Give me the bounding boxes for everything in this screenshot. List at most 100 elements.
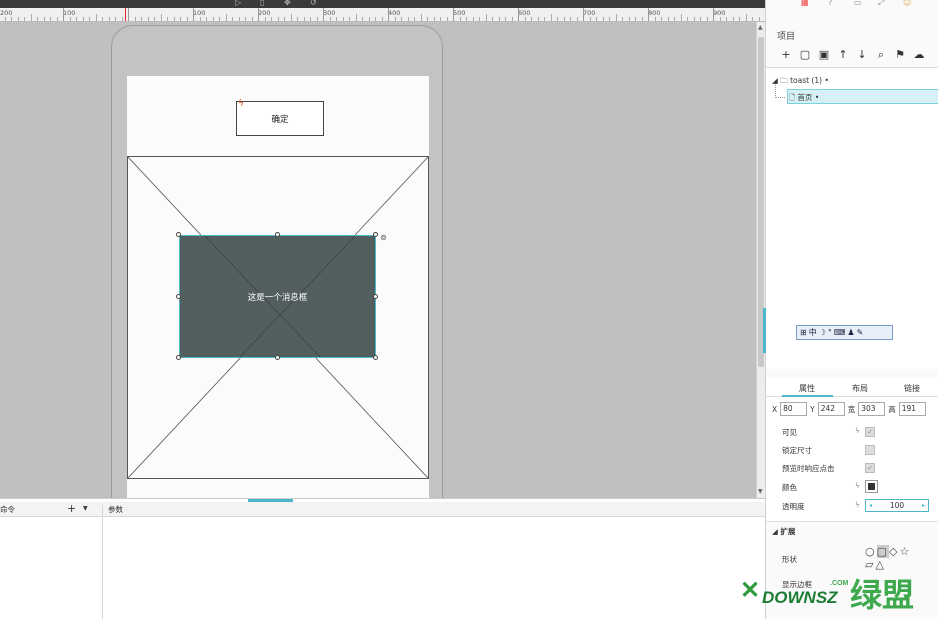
x-field[interactable]: 80 — [780, 402, 808, 416]
add-icon[interactable]: + — [780, 49, 792, 61]
height-field[interactable]: 191 — [898, 402, 926, 416]
rotate-handle-icon[interactable]: ⊚ — [380, 233, 387, 242]
circle-shape-icon[interactable]: ○ — [865, 545, 877, 558]
height-label: 高 — [888, 404, 896, 414]
watermark-x-icon: ✕ — [740, 577, 761, 604]
lightning-icon[interactable]: ϟ — [855, 482, 860, 490]
extension-header[interactable]: ◢ 扩展 — [772, 526, 795, 537]
lightning-icon[interactable]: ϟ — [855, 501, 860, 509]
expand-icon[interactable]: ◢ — [772, 76, 778, 85]
ime-logo-icon[interactable]: ⊞ — [800, 328, 807, 337]
chevron-down-icon[interactable]: ▼ — [83, 505, 88, 512]
command-list[interactable] — [0, 517, 103, 619]
resize-handle[interactable] — [176, 355, 181, 360]
ime-toolbar[interactable]: ⊞ 中 ☽ ° ⌨ ♟ ✎ — [796, 325, 893, 340]
ruler-label: 400 — [388, 9, 401, 17]
ruler-label: 600 — [518, 9, 531, 17]
increment-icon[interactable]: ▸ — [922, 502, 925, 509]
tab-properties[interactable]: 属性 — [799, 383, 815, 394]
lightning-icon[interactable]: ϟ — [855, 427, 860, 435]
rectangle-shape-icon[interactable]: ▢ — [876, 545, 890, 558]
project-tree: ◢ 🗀 toast (1) • 🗋 首页 • — [766, 67, 938, 369]
x-label: X — [772, 404, 778, 414]
horizontal-ruler: 200 100 100 200 300 400 500 600 700 800 … — [0, 8, 765, 22]
resize-handle[interactable] — [373, 294, 378, 299]
user-icon[interactable]: ☺ — [903, 0, 911, 7]
design-canvas[interactable]: ϟ 确定 这是一个消息框 ⊚ — [0, 22, 756, 498]
resize-handle[interactable] — [373, 355, 378, 360]
scroll-down-icon[interactable]: ▼ — [758, 488, 763, 495]
folder-icon[interactable]: ▢ — [799, 49, 811, 61]
help-icon[interactable]: ? — [828, 0, 832, 7]
ruler-major-tick — [583, 8, 584, 21]
resize-handle[interactable] — [275, 355, 280, 360]
add-command-icon[interactable]: + — [67, 502, 76, 515]
resize-handle[interactable] — [275, 232, 280, 237]
ruler-major-tick — [518, 8, 519, 21]
ime-settings-icon[interactable]: ✎ — [857, 328, 864, 337]
preview-click-checkbox[interactable]: ✓ — [865, 463, 875, 473]
ruler-minor-tick — [95, 14, 97, 21]
resize-handle[interactable] — [176, 232, 181, 237]
ime-chinese-icon[interactable]: 中 — [809, 327, 817, 338]
interaction-panel: 命令 + ▼ 参数 — [0, 498, 765, 619]
visible-checkbox[interactable]: ✓ — [865, 427, 875, 437]
loop-icon[interactable]: ↺ — [310, 0, 317, 7]
confirm-button[interactable]: ϟ 确定 — [236, 100, 324, 136]
scroll-up-icon[interactable]: ▲ — [758, 24, 763, 31]
width-field[interactable]: 303 — [858, 402, 886, 416]
panel-resize-bar[interactable] — [763, 308, 766, 353]
ime-moon-icon[interactable]: ☽ — [819, 328, 826, 337]
y-field[interactable]: 242 — [817, 402, 845, 416]
ruler-major-tick — [388, 8, 389, 21]
image-placeholder[interactable]: 这是一个消息框 ⊚ — [127, 156, 429, 479]
tab-links[interactable]: 链接 — [904, 383, 920, 394]
save-icon[interactable]: ▣ — [818, 49, 830, 61]
star-shape-icon[interactable]: ☆ — [899, 545, 911, 558]
ruler-minor-tick — [30, 14, 32, 21]
tab-layout[interactable]: 布局 — [852, 383, 868, 394]
ruler-minor-tick — [745, 14, 747, 21]
move-up-icon[interactable]: ↑ — [837, 49, 849, 61]
preview-click-label: 预览时响应点击 — [782, 464, 835, 473]
play-icon[interactable]: ▷ — [235, 0, 241, 7]
share-icon[interactable]: ✥ — [284, 0, 291, 7]
lock-size-label: 锁定尺寸 — [782, 446, 812, 455]
tree-item-project[interactable]: ◢ 🗀 toast (1) • — [772, 75, 829, 88]
phone-icon[interactable]: ▯ — [260, 0, 264, 7]
ruler-major-tick — [648, 8, 649, 21]
ime-user-icon[interactable]: ♟ — [847, 328, 854, 337]
command-column-label: 命令 — [0, 505, 15, 514]
lock-size-checkbox[interactable] — [865, 445, 875, 455]
inspector-tabs: 属性 布局 链接 — [766, 378, 938, 397]
decrement-icon[interactable]: ◂ — [869, 502, 872, 509]
shape-picker[interactable]: ○▢◇☆ ▱△ — [865, 545, 925, 571]
resize-handle[interactable] — [176, 294, 181, 299]
fullscreen-icon[interactable]: ⤢ — [878, 0, 884, 8]
cloud-icon[interactable]: ☁ — [913, 49, 925, 61]
canvas-vertical-scrollbar[interactable]: ▲ ▼ — [756, 22, 765, 498]
tree-item-page[interactable]: 🗋 首页 • — [789, 92, 819, 105]
ime-punct-icon[interactable]: ° — [828, 328, 832, 337]
toast-message-box[interactable]: 这是一个消息框 — [179, 235, 376, 358]
phone-screen[interactable]: ϟ 确定 这是一个消息框 ⊚ — [127, 76, 429, 498]
move-down-icon[interactable]: ↓ — [856, 49, 868, 61]
project-toolbar: + ▢ ▣ ↑ ↓ ⌕ ⚑ ☁ — [780, 49, 925, 61]
resize-handle[interactable] — [373, 232, 378, 237]
diamond-shape-icon[interactable]: ◇ — [889, 545, 899, 558]
ruler-minor-tick — [225, 14, 227, 21]
watermark-logo: ✕ DOWNSZ .COM 绿盟 — [740, 572, 938, 619]
params-column-label: 参数 — [108, 505, 123, 514]
status-dot: • — [814, 93, 820, 102]
window-icon[interactable]: ▭ — [854, 0, 862, 7]
grid-icon[interactable]: ▦ — [801, 0, 809, 7]
ime-keyboard-icon[interactable]: ⌨ — [834, 328, 846, 337]
ruler-label: 500 — [453, 9, 466, 17]
opacity-stepper[interactable]: ◂ 100 ▸ — [865, 499, 929, 512]
ruler-position-marker — [125, 8, 126, 21]
flag-icon[interactable]: ⚑ — [894, 49, 906, 61]
watermark-brand: DOWNSZ — [762, 588, 838, 607]
status-dot: • — [824, 76, 829, 85]
search-icon[interactable]: ⌕ — [875, 49, 887, 61]
color-swatch[interactable] — [865, 480, 878, 493]
